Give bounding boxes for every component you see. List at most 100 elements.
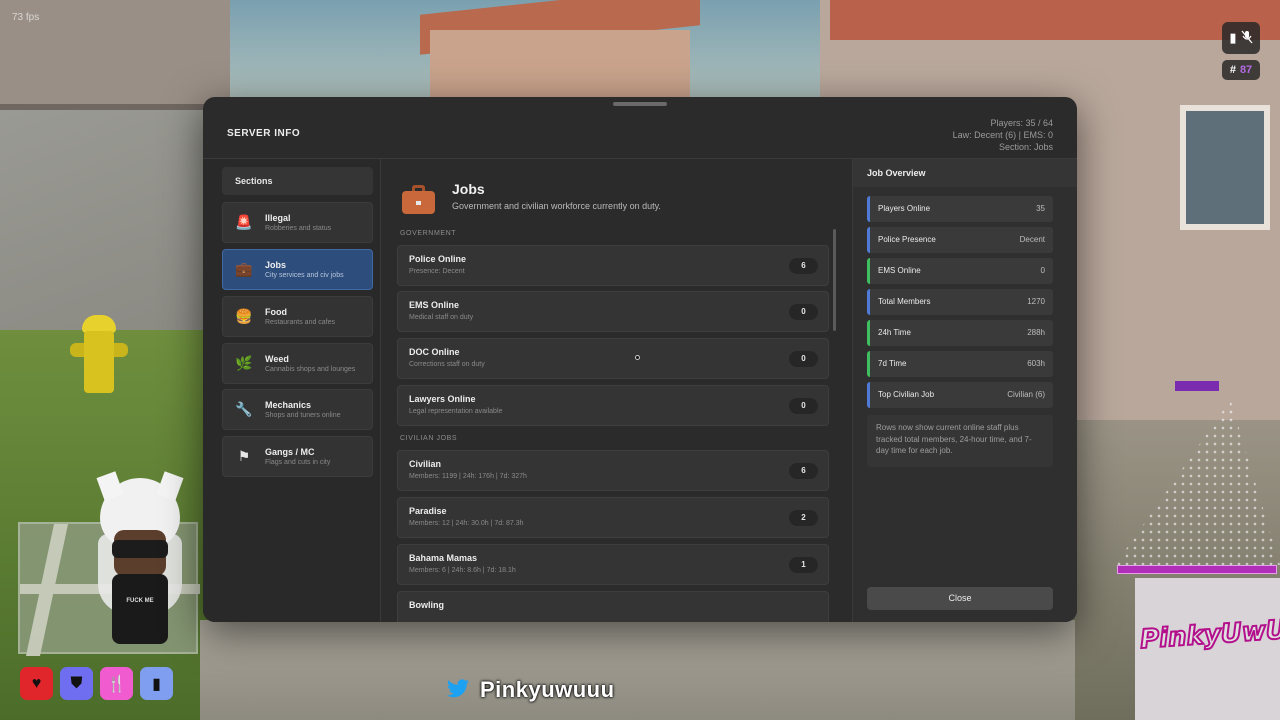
sidebar-item-label: Mechanics [265,400,312,410]
leaf-icon: 🌿 [235,355,253,371]
stat-ems-online: EMS Online 0 [867,258,1053,284]
sidebar-item-weed[interactable]: 🌿 Weed Cannabis shops and lounges [222,343,373,384]
player-id: 87 [1239,64,1253,76]
shield-icon: ⛊ [60,667,93,700]
job-row-label: DOC Online [409,347,460,357]
sidebar-item-label: Jobs [265,260,287,270]
sidebar-item-sub: Flags and cuts in city [265,459,331,466]
stat-value: 1270 [1027,297,1045,306]
mic-muted-icon [1241,30,1253,47]
hash-icon: # [1229,64,1236,76]
sidebar-item-mechanics[interactable]: 🔧 Mechanics Shops and tuners online [222,389,373,430]
stat-police-presence: Police Presence Decent [867,227,1053,253]
job-row-bahama-mamas[interactable]: Bahama Mamas Members: 6 | 24h: 8.6h | 7d… [397,544,829,585]
players-count: Players: 35 / 64 [990,118,1053,128]
stat-value: 288h [1027,328,1045,337]
job-row-count: 2 [789,510,818,526]
jobs-content: Jobs Government and civilian workforce c… [381,159,852,622]
stat-label: 24h Time [878,328,911,337]
job-row-sub: Members: 12 | 24h: 30.0h | 7d: 87.3h [409,520,524,527]
group-label-civilian: CIVILIAN JOBS [400,435,458,442]
job-row-count: 1 [789,557,818,573]
job-row-label: Bowling [409,600,444,610]
overview-note: Rows now show current online staff plus … [867,415,1053,467]
panel-header: SERVER INFO Players: 35 / 64 Law: Decent… [203,97,1077,159]
server-info-panel: SERVER INFO Players: 35 / 64 Law: Decent… [203,97,1077,622]
job-row-sub: Corrections staff on duty [409,361,485,368]
sidebar-item-jobs[interactable]: 💼 Jobs City services and civ jobs [222,249,373,290]
panel-title: SERVER INFO [227,128,301,139]
stat-24h-time: 24h Time 288h [867,320,1053,346]
sidebar-item-sub: Shops and tuners online [265,412,341,419]
sidebar-item-label: Food [265,307,287,317]
briefcase-icon: 💼 [235,261,253,277]
job-row-sub: Members: 1199 | 24h: 176h | 7d: 327h [409,473,527,480]
job-row-sub: Legal representation available [409,408,503,415]
stat-value: 603h [1027,359,1045,368]
fork-knife-icon: 🍴 [100,667,133,700]
law-status: Law: Decent (6) [952,130,1017,140]
job-row-paradise[interactable]: Paradise Members: 12 | 24h: 30.0h | 7d: … [397,497,829,538]
job-row-label: EMS Online [409,300,460,310]
sidebar-item-label: Weed [265,354,289,364]
stat-value: Decent [1019,235,1045,244]
fire-hydrant [70,315,128,395]
job-row-bowling[interactable]: Bowling [397,591,829,622]
wrench-icon: 🔧 [235,401,253,417]
briefcase-icon [402,185,436,214]
stat-7d-time: 7d Time 603h [867,351,1053,377]
siren-icon: 🚨 [235,214,253,230]
stat-label: Top Civilian Job [878,390,935,399]
content-scrollbar[interactable] [833,229,836,331]
heart-icon: ♥ [20,667,53,700]
content-title: Jobs [452,181,485,197]
sidebar-item-label: Illegal [265,213,291,223]
voice-hud: ▮ [1222,22,1260,54]
header-stats: Players: 35 / 64 Law: Decent (6) | EMS: … [953,117,1053,153]
bottle-icon: ▮ [140,667,173,700]
group-label-government: GOVERNMENT [400,230,457,237]
game-background-window [1180,105,1270,230]
sidebar-item-sub: Restaurants and cafes [265,319,336,326]
job-row-police[interactable]: Police Online Presence: Decent 6 [397,245,829,286]
game-background-roof [830,0,1280,40]
sidebar-item-food[interactable]: 🍔 Food Restaurants and cafes [222,296,373,337]
job-row-lawyers[interactable]: Lawyers Online Legal representation avai… [397,385,829,426]
stream-overlay-bar [1175,381,1219,391]
content-subtitle: Government and civilian workforce curren… [452,201,661,211]
stat-label: 7d Time [878,359,907,368]
overview-header: Job Overview [853,159,1077,187]
status-hud: ♥ ⛊ 🍴 ▮ [20,667,173,700]
stat-label: Total Members [878,297,931,306]
flag-icon: ⚑ [237,448,251,464]
stat-value: Civilian (6) [1007,390,1045,399]
radio-icon: ▮ [1229,30,1237,45]
job-row-doc[interactable]: DOC Online Corrections staff on duty 0 [397,338,829,379]
stat-value: 35 [1036,204,1045,213]
job-row-ems[interactable]: EMS Online Medical staff on duty 0 [397,291,829,332]
fps-counter: 73 fps [12,12,40,23]
stat-label: Police Presence [878,235,936,244]
job-row-count: 0 [789,398,818,414]
job-row-count: 6 [789,463,818,479]
job-row-sub: Members: 6 | 24h: 8.6h | 7d: 18.1h [409,567,516,574]
stat-label: Players Online [878,204,931,213]
burger-icon: 🍔 [235,308,253,324]
avatar-shirt-text: FUCK ME [126,598,154,604]
law-ems-status: Law: Decent (6) | EMS: 0 [953,129,1053,141]
job-row-label: Bahama Mamas [409,553,478,563]
stream-scoreboard-overlay [1055,360,1280,450]
sidebar-item-illegal[interactable]: 🚨 Illegal Robberies and status [222,202,373,243]
stream-overlay-bar [1117,565,1277,574]
job-row-label: Paradise [409,506,447,516]
sidebar-item-sub: City services and civ jobs [265,272,344,279]
sidebar-item-gangs[interactable]: ⚑ Gangs / MC Flags and cuts in city [222,436,373,477]
stat-top-civilian-job: Top Civilian Job Civilian (6) [867,382,1053,408]
player-id-badge: # 87 [1222,60,1260,80]
job-row-civilian[interactable]: Civilian Members: 1199 | 24h: 176h | 7d:… [397,450,829,491]
close-button[interactable]: Close [867,587,1053,610]
sidebar-item-label: Gangs / MC [265,447,315,457]
job-row-label: Civilian [409,459,442,469]
ems-status: EMS: 0 [1023,130,1053,140]
job-row-count: 0 [789,351,818,367]
